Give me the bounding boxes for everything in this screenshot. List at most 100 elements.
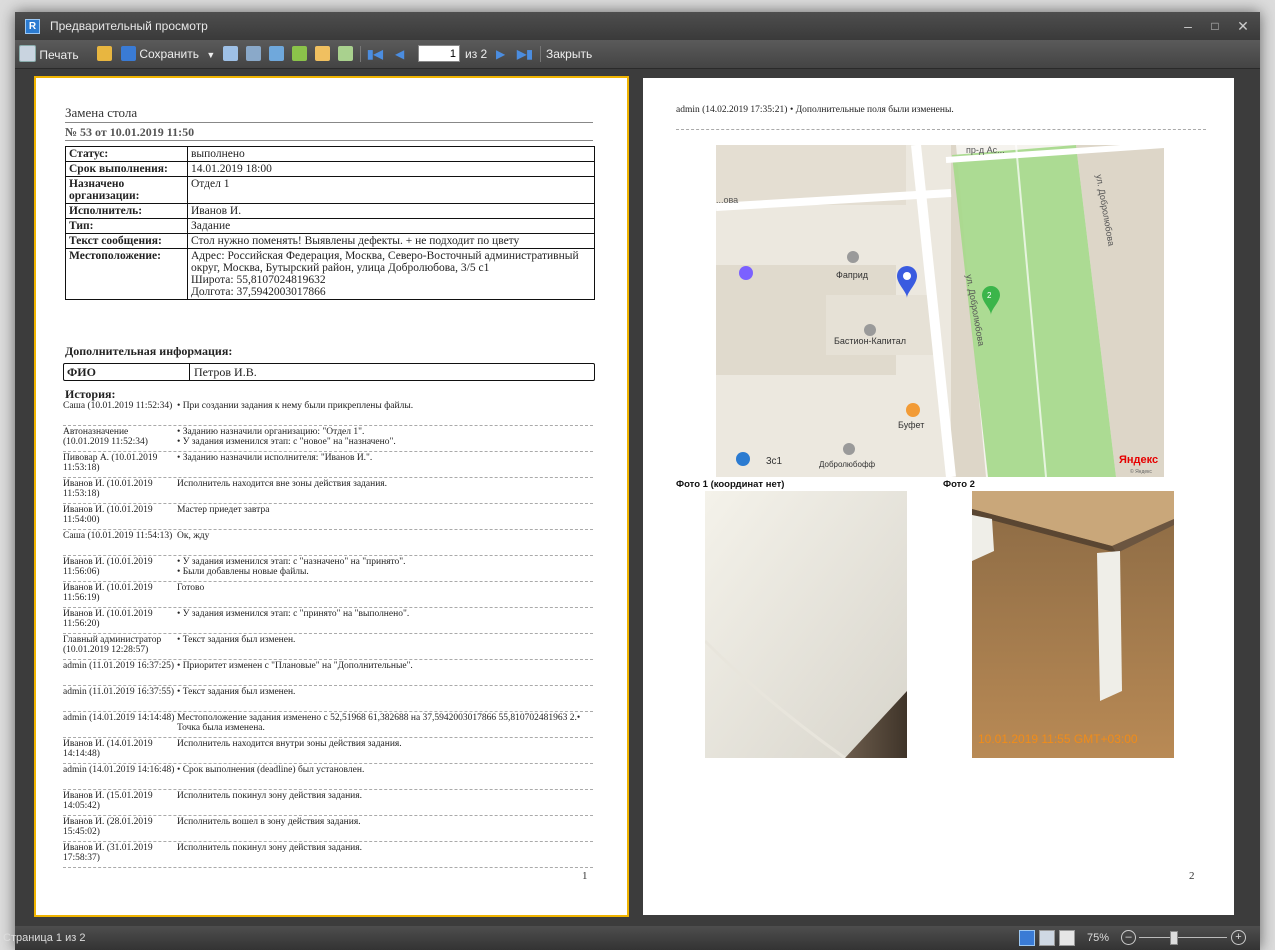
preview-area[interactable]: Замена стола № 53 от 10.01.2019 11:50 Ст… xyxy=(15,69,1260,926)
print-button[interactable]: Печать xyxy=(19,45,79,63)
history-entry: Саша (10.01.2019 11:52:34) • При создании… xyxy=(63,400,593,426)
poi-marker-icon xyxy=(739,266,753,280)
table-row: Исполнитель: Иванов И. xyxy=(65,203,595,219)
zoom-in-icon[interactable]: + xyxy=(1231,930,1246,945)
history-author: Иванов И. (28.01.2019 15:45:02) xyxy=(63,817,153,837)
report-page-1: Замена стола № 53 от 10.01.2019 11:50 Ст… xyxy=(34,76,629,917)
photo-timestamp: 10.01.2019 11:55 GMT+03:00 xyxy=(978,732,1138,746)
history-entry: Иванов И. (10.01.2019 11:54:00) Мастер пр… xyxy=(63,504,593,530)
marker-label: 2 xyxy=(987,291,992,300)
history-message: • У задания изменился этап: с "принято" … xyxy=(177,609,410,619)
info-table: Статус: выполнено Срок выполнения: 14.01.2… xyxy=(65,146,595,300)
field-key: Срок выполнения: xyxy=(65,161,188,177)
zoom-slider-handle[interactable] xyxy=(1170,931,1178,945)
find-button[interactable] xyxy=(246,45,261,63)
page-number-input[interactable]: 1 xyxy=(418,45,460,62)
photo-caption: Фото 1 (координат нет) xyxy=(676,479,785,490)
chevron-down-icon[interactable]: ▼ xyxy=(206,50,215,60)
close-window-icon[interactable]: ✕ xyxy=(1230,16,1256,36)
history-author: Иванов И. (10.01.2019 11:56:06) xyxy=(63,557,153,577)
field-value: выполнено xyxy=(187,146,595,162)
first-page-button[interactable]: ▮◀ xyxy=(367,45,383,63)
table-row: Тип: Задание xyxy=(65,218,595,234)
poi-label: Фаприд xyxy=(836,270,869,280)
prev-page-icon: ◀ xyxy=(395,47,405,61)
page-setup-button[interactable] xyxy=(269,45,284,63)
history-entry: Автоназначение (10.01.2019 11:52:34) • За… xyxy=(63,426,593,452)
single-page-view-icon[interactable] xyxy=(1019,930,1035,946)
export-button[interactable] xyxy=(292,45,307,63)
report-title: Замена стола xyxy=(65,105,593,123)
close-button[interactable]: Закрыть xyxy=(546,45,592,63)
prev-page-button[interactable]: ◀ xyxy=(395,45,404,63)
binoculars-icon xyxy=(246,46,261,61)
history-author: Саша (10.01.2019 11:54:13) xyxy=(63,531,173,541)
title-bar: R Предварительный просмотр – □ ✕ xyxy=(15,12,1260,40)
history-message: Ок, жду xyxy=(177,531,210,541)
page-setup-icon xyxy=(269,46,284,61)
table-row: Срок выполнения: 14.01.2019 18:00 xyxy=(65,161,595,177)
photo-caption: Фото 2 xyxy=(943,479,975,490)
edit-icon xyxy=(315,46,330,61)
page-number: 1 xyxy=(582,870,588,882)
history-entry: admin (14.01.2019 14:16:48) • Срок выполн… xyxy=(63,764,593,790)
open-button[interactable] xyxy=(97,45,112,63)
next-page-button[interactable]: ▶ xyxy=(496,45,505,63)
maximize-icon[interactable]: □ xyxy=(1202,16,1228,36)
map-copyright: © Яндекс xyxy=(1130,468,1152,475)
history-entry: Пивовар А. (10.01.2019 11:53:18) • Задани… xyxy=(63,452,593,478)
history-author: admin (11.01.2019 16:37:55) xyxy=(63,687,174,697)
history-author: admin (14.02.2019 17:35:21) xyxy=(676,105,788,115)
history-author: Иванов И. (31.01.2019 17:58:37) xyxy=(63,843,153,863)
history-entry: Иванов И. (15.01.2019 14:05:42) Исполните… xyxy=(63,790,593,816)
toolbar-separator xyxy=(360,46,361,62)
zoom-out-icon[interactable]: – xyxy=(1121,930,1136,945)
edit-button[interactable] xyxy=(315,45,330,63)
last-page-button[interactable]: ▶▮ xyxy=(517,45,533,63)
field-value: 14.01.2019 18:00 xyxy=(187,161,595,177)
street-label: пр-д Ас... xyxy=(966,145,1005,155)
first-page-icon: ▮◀ xyxy=(367,47,383,61)
history-message: Мастер приедет завтра xyxy=(177,505,270,515)
save-button[interactable]: Сохранить ▼ xyxy=(121,45,215,63)
status-bar: Страница 1 из 2 75% – + xyxy=(3,926,1260,950)
history-author: Иванов И. (10.01.2019 11:56:19) xyxy=(63,583,153,603)
zoom-slider[interactable] xyxy=(1139,937,1227,938)
two-page-view-icon[interactable] xyxy=(1039,930,1055,946)
history-message: • Дополнительные поля были изменены. xyxy=(790,105,954,115)
history-entry: admin (14.02.2019 17:35:21) • Дополнитель… xyxy=(676,104,1206,130)
field-key: Статус: xyxy=(65,146,188,162)
history-entry: Саша (10.01.2019 11:54:13) Ок, жду xyxy=(63,530,593,556)
extra-info-heading: Дополнительная информация: xyxy=(65,344,233,358)
page-count-label: из 2 xyxy=(465,47,488,61)
field-key: Назначено организации: xyxy=(65,176,188,204)
poi-label: Бастион-Капитал xyxy=(834,336,906,346)
thumbnails-button[interactable] xyxy=(338,45,353,63)
history-message: • У задания изменился этап: с "назначено… xyxy=(177,557,406,577)
minimize-icon[interactable]: – xyxy=(1175,16,1201,36)
poi-marker-icon xyxy=(847,251,859,263)
history-entry: admin (14.01.2019 14:14:48) Местоположени… xyxy=(63,712,593,738)
history-entry: admin (11.01.2019 16:37:25) • Приоритет и… xyxy=(63,660,593,686)
history-message: Исполнитель покинул зону действия задани… xyxy=(177,791,362,801)
history-entry: Иванов И. (10.01.2019 11:56:19) Готово xyxy=(63,582,593,608)
history-message: • Текст задания был изменен. xyxy=(177,635,296,645)
history-message: • Срок выполнения (deadline) был установ… xyxy=(177,765,365,775)
history-author: Пивовар А. (10.01.2019 11:53:18) xyxy=(63,453,158,473)
history-author: admin (11.01.2019 16:37:25) xyxy=(63,661,174,671)
history-message: Готово xyxy=(177,583,205,593)
next-page-icon: ▶ xyxy=(496,47,506,61)
history-author: Автоназначение (10.01.2019 11:52:34) xyxy=(63,427,148,447)
history-message: • Приоритет изменен с "Плановые" на "Доп… xyxy=(177,661,413,671)
history-message: • Заданию назначили исполнителя: "Иванов… xyxy=(177,453,373,463)
multi-page-view-icon[interactable] xyxy=(1059,930,1075,946)
divider xyxy=(189,364,190,380)
extra-value: Петров И.В. xyxy=(194,365,257,379)
email-button[interactable] xyxy=(223,45,238,63)
save-label: Сохранить xyxy=(139,47,199,61)
history-entry: Иванов И. (10.01.2019 11:56:20) • У задан… xyxy=(63,608,593,634)
history-message: Исполнитель находится вне зоны действия … xyxy=(177,479,388,489)
poi-label: 3с1 xyxy=(766,456,783,467)
history-message: • Заданию назначили организацию: "Отдел … xyxy=(177,427,396,447)
history-entry: Иванов И. (31.01.2019 17:58:37) Исполните… xyxy=(63,842,593,868)
